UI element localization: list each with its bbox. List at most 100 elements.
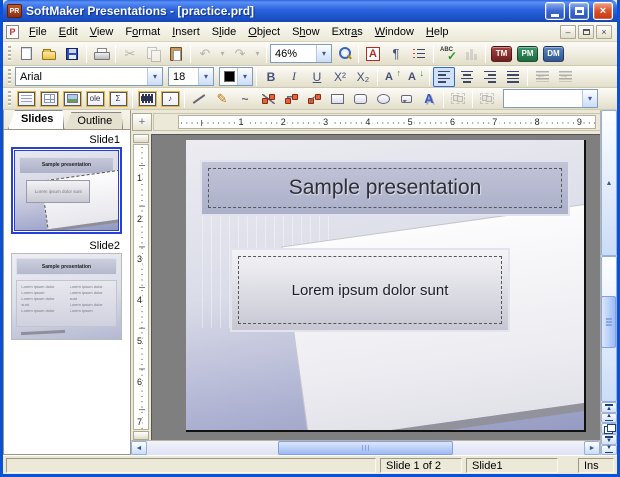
toolbar-grip[interactable] bbox=[7, 45, 12, 62]
curve-tool-button[interactable]: ~ bbox=[234, 89, 256, 109]
menu-insert[interactable]: Insert bbox=[166, 24, 206, 40]
freehand-tool-button[interactable]: ✎ bbox=[211, 89, 233, 109]
font-color-combo[interactable]: ▾ bbox=[219, 67, 253, 86]
grow-font-button[interactable]: A ↑ bbox=[381, 67, 403, 87]
menu-object[interactable]: Object bbox=[242, 24, 286, 40]
slide2-thumbnail[interactable]: Sample presentation Lorem ipsum dolor Lor… bbox=[11, 253, 122, 340]
media-frame-button[interactable] bbox=[136, 89, 158, 109]
save-button[interactable] bbox=[61, 44, 83, 64]
ellipse-tool-button[interactable] bbox=[372, 89, 394, 109]
shrink-font-button[interactable]: A ↓ bbox=[404, 67, 426, 87]
menu-window[interactable]: Window bbox=[369, 24, 420, 40]
horizontal-scroll-track[interactable] bbox=[147, 441, 584, 455]
close-button[interactable]: × bbox=[593, 2, 613, 20]
bullets-numbering-button[interactable] bbox=[408, 44, 430, 64]
font-size-combo[interactable]: 18 ▾ bbox=[168, 67, 214, 86]
first-slide-button[interactable]: ▲ bbox=[601, 402, 617, 413]
sound-frame-button[interactable]: ♪ bbox=[159, 89, 181, 109]
font-combo[interactable]: Arial ▾ bbox=[15, 67, 163, 86]
open-button[interactable] bbox=[38, 44, 60, 64]
minimize-button[interactable] bbox=[545, 2, 565, 20]
ruler-corner-button[interactable]: + bbox=[132, 113, 152, 131]
workspace[interactable]: Sample presentation Lorem ipsum dolor su… bbox=[151, 134, 600, 440]
text-frame-button[interactable] bbox=[15, 89, 37, 109]
textmaker-button[interactable]: TM bbox=[489, 44, 514, 64]
chevron-down-icon[interactable]: ▾ bbox=[237, 68, 252, 85]
go-to-slide-button[interactable] bbox=[601, 423, 617, 434]
underline-button[interactable]: U bbox=[306, 67, 328, 87]
slide-canvas[interactable]: Sample presentation Lorem ipsum dolor su… bbox=[186, 140, 586, 432]
status-insert-mode[interactable]: Ins bbox=[578, 457, 614, 473]
menu-show[interactable]: Show bbox=[286, 24, 326, 40]
menu-file[interactable]: File bbox=[23, 24, 53, 40]
ole-frame-button[interactable]: ole bbox=[84, 89, 106, 109]
textart-tool-button[interactable]: A bbox=[418, 89, 440, 109]
rounded-rectangle-tool-button[interactable] bbox=[349, 89, 371, 109]
superscript-button[interactable]: X² bbox=[329, 67, 351, 87]
chevron-down-icon[interactable]: ▾ bbox=[582, 90, 597, 107]
menu-help[interactable]: Help bbox=[420, 24, 455, 40]
title-bar[interactable]: PR SoftMaker Presentations - [practice.p… bbox=[3, 0, 617, 22]
chevron-down-icon[interactable]: ▾ bbox=[147, 68, 162, 85]
zoom-combo[interactable]: 46% ▾ bbox=[270, 44, 332, 63]
next-slide-button[interactable]: ▼ bbox=[601, 434, 617, 445]
bold-button[interactable]: B bbox=[260, 67, 282, 87]
datamaker-button[interactable]: DM bbox=[541, 44, 566, 64]
menu-format[interactable]: Format bbox=[119, 24, 166, 40]
align-justify-button[interactable] bbox=[502, 67, 524, 87]
vertical-ruler[interactable]: 1 2 3 4 5 6 7 bbox=[133, 144, 149, 430]
formula-frame-button[interactable]: Σ bbox=[107, 89, 129, 109]
new-button[interactable] bbox=[15, 44, 37, 64]
menu-slide[interactable]: Slide bbox=[206, 24, 242, 40]
vertical-scroll-thumb[interactable] bbox=[601, 296, 616, 348]
previous-slide-button[interactable]: ▲ bbox=[601, 412, 617, 423]
rectangle-tool-button[interactable] bbox=[326, 89, 348, 109]
picture-frame-button[interactable] bbox=[61, 89, 83, 109]
zoom-tool-button[interactable] bbox=[333, 44, 355, 64]
scroll-left-button[interactable]: ◄ bbox=[131, 441, 147, 455]
horizontal-scroll-thumb[interactable] bbox=[278, 441, 453, 455]
print-button[interactable] bbox=[90, 44, 112, 64]
last-slide-button[interactable]: ▼ bbox=[601, 444, 617, 455]
maximize-button[interactable] bbox=[569, 2, 589, 20]
mdi-minimize-button[interactable]: – bbox=[560, 24, 576, 39]
mdi-restore-button[interactable] bbox=[578, 24, 594, 39]
subscript-button[interactable]: X₂ bbox=[352, 67, 374, 87]
slide1-thumbnail[interactable]: Sample presentation Lorem ipsum dolor su… bbox=[11, 147, 122, 234]
title-placeholder-frame[interactable]: Sample presentation bbox=[200, 160, 570, 216]
document-icon[interactable]: P bbox=[6, 24, 19, 39]
connector-curved-button[interactable] bbox=[303, 89, 325, 109]
slide-title-text[interactable]: Sample presentation bbox=[289, 176, 482, 200]
chevron-down-icon[interactable]: ▾ bbox=[316, 45, 331, 62]
spellcheck-button[interactable]: ABC ✓ bbox=[437, 44, 459, 64]
mdi-close-button[interactable]: × bbox=[596, 24, 612, 39]
autoshape-tool-button[interactable] bbox=[395, 89, 417, 109]
connector-straight-button[interactable] bbox=[257, 89, 279, 109]
paste-button[interactable] bbox=[165, 44, 187, 64]
character-dialog-button[interactable]: A bbox=[362, 44, 384, 64]
horizontal-ruler-scale[interactable]: 1 2 3 4 5 6 7 8 9 bbox=[178, 115, 596, 129]
table-frame-button[interactable] bbox=[38, 89, 60, 109]
toolbar-grip[interactable] bbox=[7, 90, 12, 107]
menu-view[interactable]: View bbox=[84, 24, 120, 40]
horizontal-ruler[interactable]: 1 2 3 4 5 6 7 8 9 bbox=[153, 113, 600, 131]
tab-slides[interactable]: Slides bbox=[8, 110, 64, 129]
align-right-button[interactable] bbox=[479, 67, 501, 87]
planmaker-button[interactable]: PM bbox=[515, 44, 540, 64]
menu-edit[interactable]: Edit bbox=[53, 24, 84, 40]
body-placeholder-frame[interactable]: Lorem ipsum dolor sunt bbox=[230, 248, 510, 332]
scroll-right-button[interactable]: ► bbox=[584, 441, 600, 455]
slide-body-text[interactable]: Lorem ipsum dolor sunt bbox=[292, 282, 449, 299]
align-center-button[interactable] bbox=[456, 67, 478, 87]
connector-elbow-button[interactable] bbox=[280, 89, 302, 109]
paragraph-dialog-button[interactable]: ¶ bbox=[385, 44, 407, 64]
italic-button[interactable]: I bbox=[283, 67, 305, 87]
toolbar-grip[interactable] bbox=[7, 68, 12, 85]
object-list-combo[interactable]: ▾ bbox=[503, 89, 598, 108]
menu-extras[interactable]: Extras bbox=[326, 24, 369, 40]
scroll-up-button[interactable]: ▲ bbox=[601, 110, 617, 256]
line-tool-button[interactable] bbox=[188, 89, 210, 109]
chevron-down-icon[interactable]: ▾ bbox=[198, 68, 213, 85]
tab-outline[interactable]: Outline bbox=[64, 112, 123, 129]
align-left-button[interactable] bbox=[433, 66, 455, 87]
